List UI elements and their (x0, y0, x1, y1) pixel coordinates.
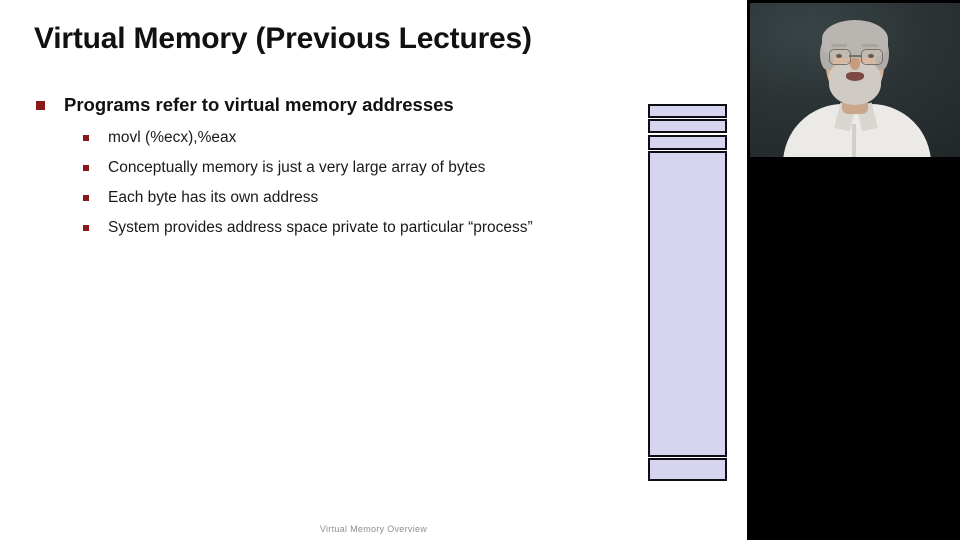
eyebrow-right-shape (862, 44, 878, 47)
bullet-level2-item: Conceptually memory is just a very large… (79, 157, 624, 179)
memory-cell-top-2 (648, 119, 727, 133)
square-bullet-icon (83, 195, 89, 201)
bullet-level2-label: System provides address space private to… (108, 219, 533, 236)
screen-root: Virtual Memory (Previous Lectures) Progr… (0, 0, 960, 540)
shirt-placket-shape (852, 124, 856, 160)
bullet-level2-item: movl (%ecx),%eax (79, 127, 624, 149)
presentation-slide: Virtual Memory (Previous Lectures) Progr… (0, 0, 747, 540)
bullet-list: Programs refer to virtual memory address… (34, 92, 624, 247)
memory-cell-body (648, 151, 727, 457)
bullet-level2-label: movl (%ecx),%eax (108, 129, 237, 146)
bullet-level2-label: Each byte has its own address (108, 189, 319, 206)
glasses-right-lens (861, 49, 883, 65)
memory-cell-bottom (648, 458, 727, 481)
bullet-level2-label: Conceptually memory is just a very large… (108, 159, 486, 176)
mouth-shape (846, 72, 864, 81)
memory-cell-top-1 (648, 104, 727, 118)
page-title: Virtual Memory (Previous Lectures) (34, 22, 532, 55)
square-bullet-icon (36, 101, 45, 110)
bullet-level1: Programs refer to virtual memory address… (34, 92, 624, 118)
slide-footer-text: Virtual Memory Overview (319, 524, 428, 534)
square-bullet-icon (83, 225, 89, 231)
nose-shape (850, 58, 860, 70)
video-border-bottom (747, 157, 960, 160)
lecturer-figure (747, 0, 960, 160)
lecturer-webcam-feed (747, 0, 960, 160)
glasses-bridge (849, 55, 861, 57)
bullet-level1-label: Programs refer to virtual memory address… (64, 94, 454, 115)
memory-cell-top-3 (648, 135, 727, 150)
video-border-left (747, 0, 750, 160)
bullet-level2-item: Each byte has its own address (79, 187, 624, 209)
eyebrow-left-shape (831, 44, 847, 47)
square-bullet-icon (83, 135, 89, 141)
square-bullet-icon (83, 165, 89, 171)
video-border-top (747, 0, 960, 3)
memory-address-space-diagram (648, 104, 727, 481)
glasses-left-lens (829, 49, 851, 65)
bullet-level2-item: System provides address space private to… (79, 217, 624, 239)
video-panel (747, 0, 960, 540)
